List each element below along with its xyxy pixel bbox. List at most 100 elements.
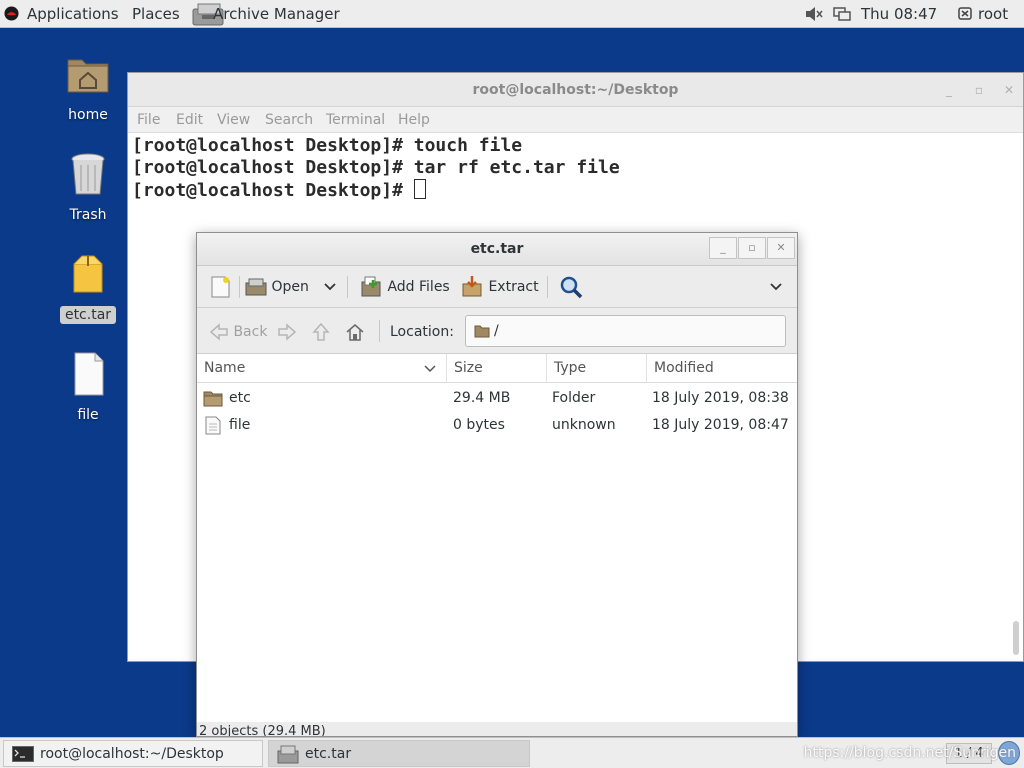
desktop-icon-label: file bbox=[77, 407, 99, 423]
search-icon bbox=[560, 276, 583, 299]
file-name: etc bbox=[229, 390, 251, 406]
terminal-icon bbox=[12, 746, 34, 762]
extract-icon bbox=[462, 276, 482, 297]
menu-file[interactable]: File bbox=[137, 107, 160, 133]
location-value: / bbox=[494, 323, 499, 339]
terminal-output[interactable]: [root@localhost Desktop]# touch file [ro… bbox=[128, 133, 1023, 202]
column-type[interactable]: Type bbox=[547, 354, 647, 383]
terminal-prompt: [root@localhost Desktop]# bbox=[132, 180, 414, 201]
file-row[interactable]: file 0 bytes unknown 18 July 2019, 08:47 bbox=[197, 412, 797, 439]
archive-toolbar: Open Add Files Extract bbox=[197, 266, 797, 308]
menu-terminal[interactable]: Terminal bbox=[326, 107, 385, 133]
terminal-menubar: File Edit View Search Terminal Help bbox=[128, 107, 1023, 133]
status-bar: 2 objects (29.4 MB) bbox=[197, 722, 797, 736]
places-menu[interactable]: Places bbox=[132, 0, 180, 28]
document-icon bbox=[74, 352, 104, 396]
desktop-icon-label: etc.tar bbox=[59, 306, 117, 324]
terminal-line: [root@localhost Desktop]# touch file bbox=[132, 135, 523, 156]
desktop-icon-home[interactable]: home bbox=[58, 50, 118, 124]
minimize-button[interactable]: _ bbox=[941, 82, 957, 98]
task-terminal[interactable]: root@localhost:~/Desktop bbox=[3, 740, 263, 767]
terminal-scrollbar[interactable] bbox=[1013, 621, 1019, 655]
minimize-button[interactable]: _ bbox=[709, 237, 737, 259]
desktop-icon-trash[interactable]: Trash bbox=[58, 150, 118, 224]
menu-help[interactable]: Help bbox=[398, 107, 430, 133]
archive-navbar: Back Location: / bbox=[197, 308, 797, 354]
archive-titlebar[interactable]: etc.tar _ ▫ ✕ bbox=[197, 233, 797, 266]
watermark: https://blog.csdn.net/Sunrigen bbox=[803, 745, 1016, 761]
volume-muted-icon[interactable] bbox=[805, 6, 823, 22]
desktop-icon-etc-tar[interactable]: etc.tar bbox=[58, 250, 118, 324]
back-label: Back bbox=[233, 324, 268, 340]
task-label: etc.tar bbox=[305, 746, 352, 762]
folder-icon bbox=[203, 391, 223, 407]
maximize-button[interactable]: ▫ bbox=[971, 82, 987, 98]
archive-manager-icon bbox=[277, 745, 299, 764]
taskbar: root@localhost:~/Desktop etc.tar 1 / 4 h… bbox=[0, 737, 1024, 768]
forward-button[interactable] bbox=[277, 320, 297, 344]
add-files-button[interactable]: Add Files bbox=[359, 274, 450, 300]
trash-icon bbox=[71, 153, 105, 195]
column-name-label: Name bbox=[204, 360, 246, 376]
desktop-icon-label: Trash bbox=[69, 207, 107, 223]
location-field[interactable]: / bbox=[465, 315, 786, 347]
menu-edit[interactable]: Edit bbox=[176, 107, 203, 133]
close-button[interactable]: ✕ bbox=[1001, 82, 1017, 98]
folder-icon bbox=[474, 325, 490, 338]
sort-chevron-icon bbox=[424, 365, 436, 373]
add-files-label: Add Files bbox=[387, 279, 450, 295]
home-button[interactable] bbox=[345, 320, 365, 344]
user-menu[interactable]: root bbox=[978, 0, 1008, 28]
desktop-icon-file[interactable]: file bbox=[58, 350, 118, 424]
terminal-cursor bbox=[413, 179, 426, 199]
archive-open-icon bbox=[245, 278, 267, 296]
open-button[interactable]: Open bbox=[245, 274, 337, 300]
close-button[interactable]: ✕ bbox=[767, 237, 795, 259]
clock[interactable]: Thu 08:47 bbox=[861, 0, 937, 28]
file-modified: 18 July 2019, 08:38 bbox=[652, 390, 789, 406]
file-list-header: Name Size Type Modified bbox=[197, 354, 797, 383]
column-modified[interactable]: Modified bbox=[647, 354, 797, 383]
file-name: file bbox=[229, 417, 251, 433]
file-size: 29.4 MB bbox=[453, 390, 511, 406]
redhat-logo-icon bbox=[4, 6, 19, 21]
archive-manager-window[interactable]: etc.tar _ ▫ ✕ Open Add Files Extract Bac… bbox=[196, 232, 798, 737]
chevron-down-icon[interactable] bbox=[323, 282, 337, 292]
up-button[interactable] bbox=[312, 320, 330, 344]
add-files-icon bbox=[361, 276, 381, 297]
archive-title: etc.tar bbox=[470, 241, 524, 257]
extract-button[interactable]: Extract bbox=[460, 274, 539, 300]
task-archive-manager[interactable]: etc.tar bbox=[268, 740, 530, 767]
new-document-icon bbox=[211, 276, 230, 298]
menu-view[interactable]: View bbox=[217, 107, 250, 133]
find-button[interactable] bbox=[559, 274, 583, 300]
maximize-button[interactable]: ▫ bbox=[738, 237, 766, 259]
home-icon bbox=[346, 324, 364, 341]
top-panel: Applications Places Archive Manager Thu … bbox=[0, 0, 1024, 28]
arrow-up-icon bbox=[312, 322, 330, 341]
extract-label: Extract bbox=[488, 279, 539, 295]
toolbar-overflow-button[interactable] bbox=[769, 274, 783, 300]
archive-icon bbox=[73, 255, 103, 293]
file-size: 0 bytes bbox=[453, 417, 505, 433]
home-folder-icon bbox=[67, 59, 109, 93]
terminal-line: [root@localhost Desktop]# tar rf etc.tar… bbox=[132, 157, 620, 178]
file-modified: 18 July 2019, 08:47 bbox=[652, 417, 789, 433]
menu-search[interactable]: Search bbox=[265, 107, 313, 133]
user-icon bbox=[958, 7, 972, 20]
task-label: root@localhost:~/Desktop bbox=[40, 746, 224, 762]
applications-menu[interactable]: Applications bbox=[27, 0, 119, 28]
arrow-right-icon bbox=[278, 323, 297, 341]
terminal-titlebar[interactable]: root@localhost:~/Desktop _ ▫ ✕ bbox=[128, 73, 1023, 107]
file-row[interactable]: etc 29.4 MB Folder 18 July 2019, 08:38 bbox=[197, 385, 797, 412]
active-app-menu[interactable]: Archive Manager bbox=[213, 0, 340, 28]
desktop-icon-label: home bbox=[68, 107, 108, 123]
network-icon[interactable] bbox=[833, 6, 851, 22]
location-label: Location: bbox=[390, 324, 454, 340]
column-name[interactable]: Name bbox=[197, 354, 447, 383]
file-type: unknown bbox=[552, 417, 616, 433]
column-size[interactable]: Size bbox=[447, 354, 547, 383]
new-archive-button[interactable] bbox=[209, 274, 233, 300]
terminal-prompt-line: [root@localhost Desktop]# bbox=[132, 179, 1023, 202]
back-button[interactable]: Back bbox=[209, 320, 267, 344]
